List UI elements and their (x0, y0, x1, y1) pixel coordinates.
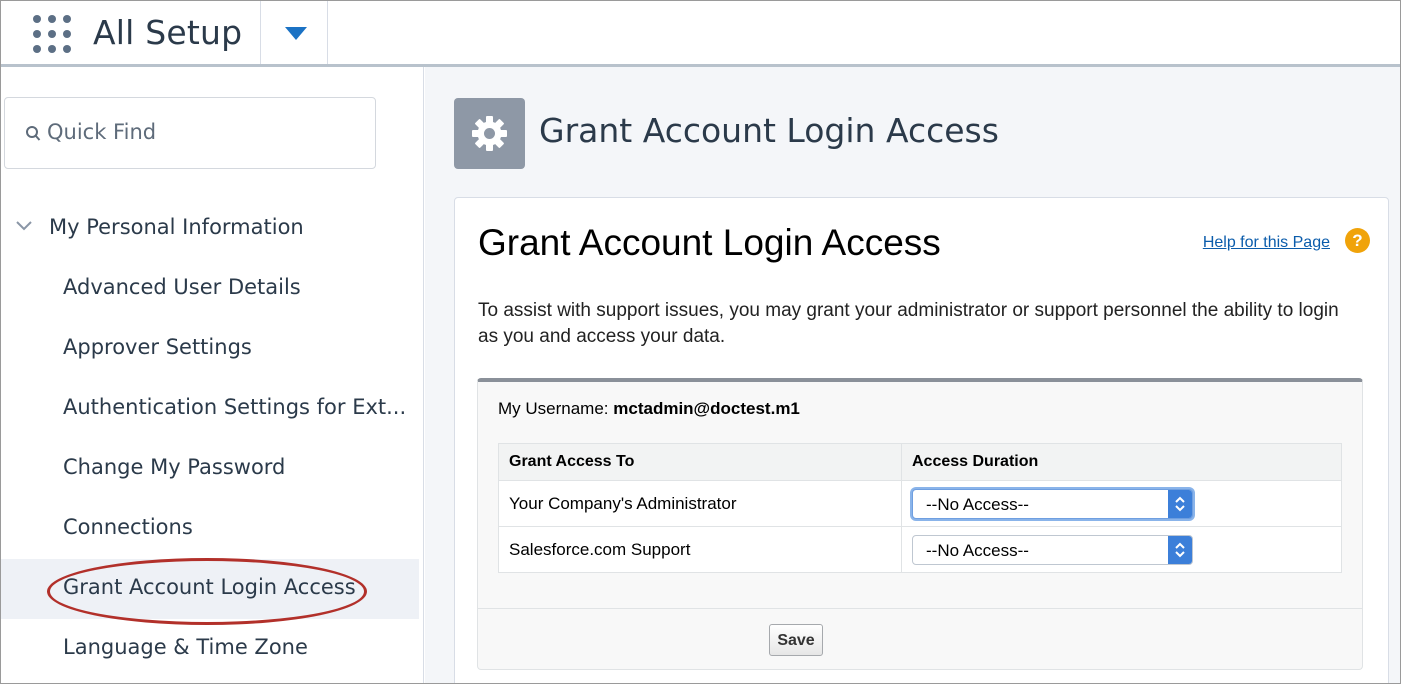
duration-cell: --No Access-- (901, 526, 1342, 573)
gear-icon (454, 98, 525, 169)
top-bar: All Setup (1, 1, 1400, 67)
quick-find-input[interactable]: Quick Find (4, 97, 376, 169)
section-label: My Personal Information (49, 215, 304, 239)
username-row: My Username: mctadmin@doctest.m1 (498, 399, 800, 419)
column-header-access-duration: Access Duration (901, 443, 1342, 481)
highlight-annotation (47, 558, 367, 625)
sidebar-item-label: Language & Time Zone (63, 635, 308, 659)
grant-access-panel: Grant Account Login Access Help for this… (454, 197, 1389, 683)
setup-window: All Setup Quick Find My Personal Informa… (0, 0, 1401, 684)
sidebar-item-advanced-user-details[interactable]: Advanced User Details (1, 259, 419, 319)
panel-description: To assist with support issues, you may g… (478, 300, 1339, 347)
sidebar-item-label: Change My Password (63, 455, 286, 479)
form-footer: Save (478, 608, 1362, 671)
grant-to-cell: Your Company's Administrator (498, 480, 902, 527)
sidebar-item-label: Authentication Settings for Ext... (63, 395, 407, 419)
app-title: All Setup (93, 13, 243, 52)
access-duration-select[interactable]: --No Access-- (912, 534, 1193, 565)
save-button[interactable]: Save (769, 624, 823, 656)
select-value: --No Access-- (926, 540, 1029, 560)
grant-access-table: Grant Access To Access Duration Your Com… (498, 443, 1342, 573)
sidebar-item-label: Connections (63, 515, 193, 539)
table-header-row: Grant Access To Access Duration (498, 443, 1342, 481)
username-value: mctadmin@doctest.m1 (613, 399, 800, 418)
select-arrows-icon (1168, 489, 1192, 518)
help-link[interactable]: Help for this Page (1203, 234, 1330, 252)
panel-title: Grant Account Login Access (478, 222, 941, 263)
grant-to-cell: Salesforce.com Support (498, 526, 902, 573)
sidebar-item-approver-settings[interactable]: Approver Settings (1, 319, 419, 379)
select-arrows-icon (1168, 535, 1192, 564)
select-value: --No Access-- (926, 494, 1029, 514)
sidebar-item-label: Approver Settings (63, 335, 252, 359)
chevron-down-icon (285, 27, 307, 40)
duration-cell: --No Access-- (901, 480, 1342, 527)
column-header-grant-access-to: Grant Access To (498, 443, 902, 481)
table-row: Salesforce.com Support --No Access-- (498, 526, 1342, 573)
app-menu-dropdown-button[interactable] (260, 1, 328, 64)
grant-access-form: My Username: mctadmin@doctest.m1 Grant A… (477, 378, 1363, 670)
app-launcher-grid-icon[interactable] (33, 15, 73, 55)
access-duration-select[interactable]: --No Access-- (912, 488, 1193, 519)
quick-find-placeholder: Quick Find (47, 120, 157, 144)
main-content: Grant Account Login Access Grant Account… (425, 67, 1400, 683)
page-title: Grant Account Login Access (539, 111, 999, 150)
sidebar-item-connections[interactable]: Connections (1, 499, 419, 559)
search-icon (26, 126, 41, 141)
sidebar-item-change-my-password[interactable]: Change My Password (1, 439, 419, 499)
section-my-personal-information[interactable]: My Personal Information (11, 209, 411, 245)
sidebar-item-language-time-zone[interactable]: Language & Time Zone (1, 619, 419, 679)
sidebar-item-authentication-settings[interactable]: Authentication Settings for Ext... (1, 379, 419, 439)
username-label: My Username: (498, 399, 609, 418)
question-icon[interactable]: ? (1345, 228, 1370, 253)
sidebar-item-label: Advanced User Details (63, 275, 301, 299)
chevron-down-icon (16, 221, 32, 231)
table-row: Your Company's Administrator --No Access… (498, 480, 1342, 527)
